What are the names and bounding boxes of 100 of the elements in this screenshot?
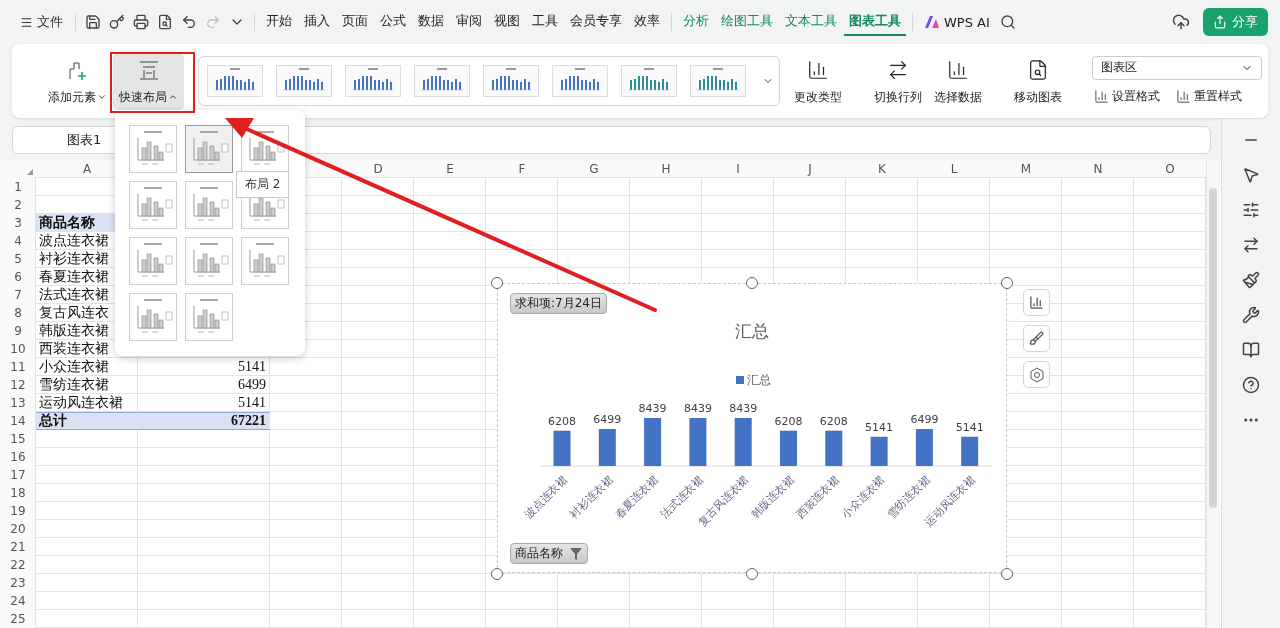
format-button[interactable]: 设置格式 bbox=[1092, 85, 1162, 107]
chart-filter-button[interactable] bbox=[1023, 361, 1050, 388]
row-header[interactable]: 20 bbox=[0, 520, 36, 538]
row-header[interactable]: 8 bbox=[0, 304, 36, 322]
data-label: 6499 bbox=[910, 413, 939, 427]
column-header[interactable]: G bbox=[558, 160, 630, 178]
row-header[interactable]: 1 bbox=[0, 178, 36, 196]
ribbon-tab[interactable]: 数据 bbox=[413, 8, 449, 36]
column-header[interactable]: E bbox=[414, 160, 486, 178]
layout-icon bbox=[137, 58, 160, 81]
column-header[interactable]: N bbox=[1062, 160, 1134, 178]
bar bbox=[870, 436, 888, 466]
ribbon-button[interactable]: 切换行列 bbox=[868, 52, 928, 110]
chart-element-select[interactable]: 图表区 bbox=[1092, 55, 1262, 80]
menu-icon bbox=[20, 15, 33, 29]
data-label: 6208 bbox=[548, 414, 576, 428]
column-header[interactable]: I bbox=[702, 160, 774, 178]
row-header[interactable]: 14 bbox=[0, 412, 36, 430]
quick-layout-button[interactable]: 快速布局 bbox=[113, 52, 184, 110]
ribbon-tab[interactable]: 开始 bbox=[261, 8, 297, 36]
column-header[interactable]: D bbox=[342, 160, 414, 178]
ribbon-tab[interactable]: 图表工具 bbox=[844, 8, 906, 36]
chart-area[interactable]: 汇总 汇总 6208 6499 8439 8439 8439 6208 6208 5141 6499 5141 波点连衣裙 衬衫连衣裙 春夏连衣裙 法式连衣裙 复古风连衣裙 韩版连衣裙 西装连衣裙 小众连衣裙 雪纺连衣裙 运动风连衣裙 求和项:7月24日 商品名称 bbox=[497, 283, 1007, 573]
row-header[interactable]: 23 bbox=[0, 574, 36, 592]
column-header[interactable]: K bbox=[846, 160, 918, 178]
ribbon-tab[interactable]: 审阅 bbox=[451, 8, 487, 36]
ribbon-tab[interactable]: 绘图工具 bbox=[716, 8, 778, 36]
row-header[interactable]: 6 bbox=[0, 268, 36, 286]
row-header[interactable]: 11 bbox=[0, 358, 36, 376]
row-header[interactable]: 5 bbox=[0, 250, 36, 268]
row-header[interactable]: 4 bbox=[0, 232, 36, 250]
ai-button[interactable]: WPS AI bbox=[919, 11, 995, 33]
share-icon bbox=[1213, 15, 1227, 29]
column-header[interactable]: F bbox=[486, 160, 558, 178]
row-header[interactable]: 13 bbox=[0, 394, 36, 412]
ribbon-tab[interactable]: 插入 bbox=[299, 8, 335, 36]
axis-label: 西装连衣裙 bbox=[793, 472, 842, 521]
ribbon-tab[interactable]: 公式 bbox=[375, 8, 411, 36]
table-select-icon bbox=[947, 58, 969, 81]
ribbon-tab[interactable]: 效率 bbox=[629, 8, 665, 36]
ribbon-tab[interactable]: 分析 bbox=[678, 8, 714, 36]
ribbon-tab[interactable]: 页面 bbox=[337, 8, 373, 36]
brush-icon[interactable] bbox=[1242, 271, 1260, 289]
chart-icon bbox=[1176, 88, 1191, 104]
column-header[interactable]: J bbox=[774, 160, 846, 178]
chart-style-thumbnail[interactable] bbox=[276, 65, 332, 97]
data-label: 8439 bbox=[729, 402, 758, 415]
row-header[interactable]: 24 bbox=[0, 592, 36, 610]
chart-style-thumbnail[interactable] bbox=[690, 65, 746, 97]
column-header[interactable]: O bbox=[1134, 160, 1206, 178]
row-header[interactable]: 17 bbox=[0, 466, 36, 484]
category-field-button[interactable]: 商品名称 bbox=[510, 543, 588, 564]
value-field-button[interactable]: 求和项:7月24日 bbox=[510, 293, 607, 314]
add-element-button[interactable]: 添加元素 bbox=[42, 52, 113, 110]
ribbon-tab[interactable]: 视图 bbox=[489, 8, 525, 36]
row-header[interactable]: 21 bbox=[0, 538, 36, 556]
ribbon-button[interactable]: 移动图表 bbox=[1008, 52, 1068, 110]
sliders-icon[interactable] bbox=[1242, 201, 1260, 219]
legend-label: 汇总 bbox=[747, 373, 771, 387]
row-header[interactable]: 3 bbox=[0, 214, 36, 232]
column-header[interactable]: L bbox=[918, 160, 990, 178]
ribbon-tab[interactable]: 会员专享 bbox=[565, 8, 627, 36]
swap-icon bbox=[887, 58, 909, 81]
row-header[interactable]: 22 bbox=[0, 556, 36, 574]
chart-style-thumbnail[interactable] bbox=[552, 65, 608, 97]
chart-style-thumbnail[interactable] bbox=[414, 65, 470, 97]
chart-style-thumbnail[interactable] bbox=[345, 65, 401, 97]
row-header[interactable]: 18 bbox=[0, 484, 36, 502]
row-header[interactable]: 10 bbox=[0, 340, 36, 358]
row-header[interactable]: 25 bbox=[0, 610, 36, 628]
wrench-icon[interactable] bbox=[1242, 306, 1260, 324]
column-header[interactable]: H bbox=[630, 160, 702, 178]
row-header[interactable]: 9 bbox=[0, 322, 36, 340]
ribbon-button[interactable]: 更改类型 bbox=[788, 52, 848, 110]
format-button[interactable]: 重置样式 bbox=[1174, 85, 1244, 107]
chart-style-thumbnail[interactable] bbox=[483, 65, 539, 97]
ribbon-tab[interactable]: 工具 bbox=[527, 8, 563, 36]
hexagon-icon bbox=[1028, 366, 1045, 383]
scrollbar[interactable] bbox=[1209, 188, 1217, 508]
row-header[interactable]: 12 bbox=[0, 376, 36, 394]
select-all-icon[interactable] bbox=[27, 169, 33, 175]
ribbon-tab[interactable]: 文本工具 bbox=[780, 8, 842, 36]
chart-style-thumbnail[interactable] bbox=[621, 65, 677, 97]
book-icon[interactable] bbox=[1242, 341, 1260, 359]
chart-style-button[interactable] bbox=[1023, 325, 1050, 352]
row-header[interactable]: 15 bbox=[0, 430, 36, 448]
file-menu-button[interactable]: 文件 bbox=[14, 11, 69, 33]
row-header[interactable]: 16 bbox=[0, 448, 36, 466]
row-header[interactable]: 2 bbox=[0, 196, 36, 214]
cursor-icon[interactable] bbox=[1242, 166, 1260, 184]
chart-style-thumbnail[interactable] bbox=[207, 65, 263, 97]
ribbon-button[interactable]: 选择数据 bbox=[928, 52, 988, 110]
column-header[interactable]: M bbox=[990, 160, 1062, 178]
row-header[interactable]: 7 bbox=[0, 286, 36, 304]
chart-icon bbox=[1094, 88, 1109, 104]
row-header[interactable]: 19 bbox=[0, 502, 36, 520]
swap-icon[interactable] bbox=[1242, 236, 1260, 254]
help-icon[interactable] bbox=[1242, 376, 1260, 394]
chart-elements-button[interactable] bbox=[1023, 289, 1050, 316]
layout-option[interactable] bbox=[185, 125, 233, 173]
